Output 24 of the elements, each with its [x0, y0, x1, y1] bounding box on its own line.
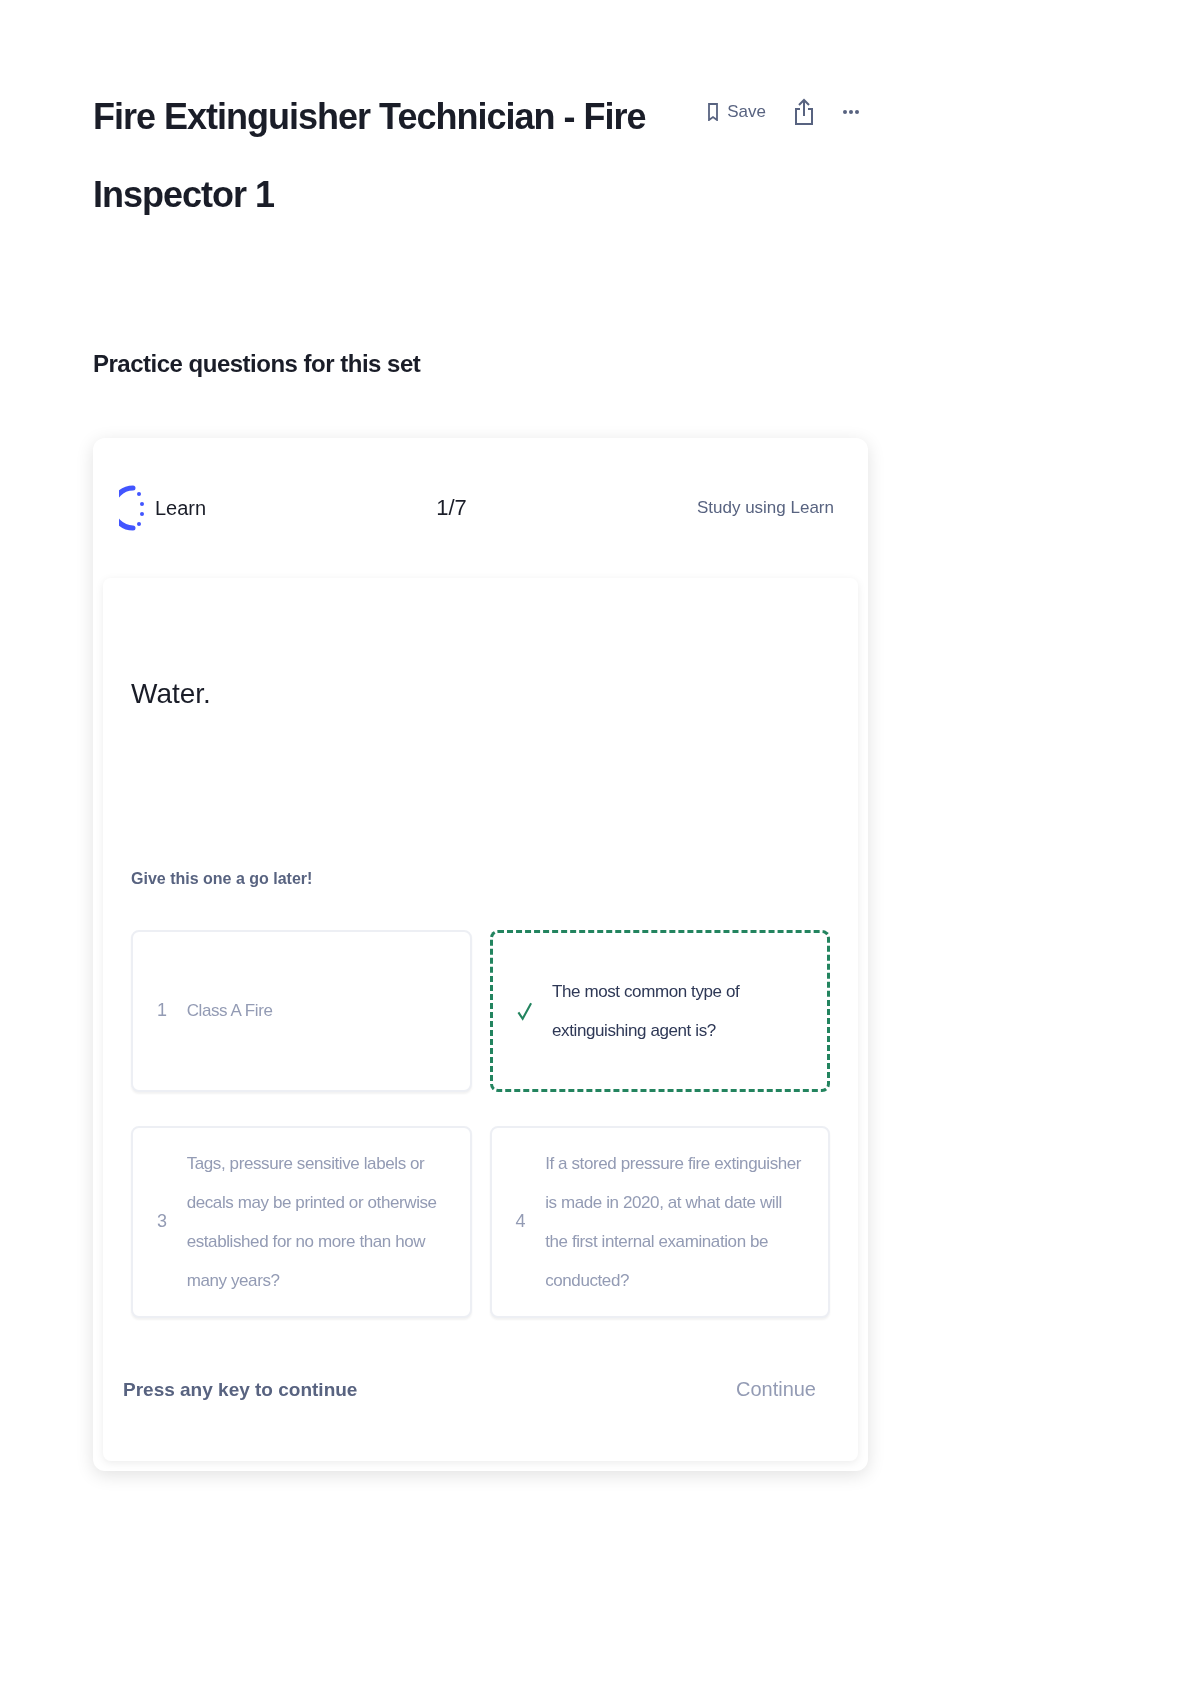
answer-option[interactable]: The most common type of extinguishing agent is? [489, 930, 830, 1092]
continue-button[interactable]: Continue [735, 1378, 816, 1402]
save-button[interactable]: Save [707, 102, 766, 122]
prompt-text: Water. [131, 678, 212, 710]
option-text: Tags, pressure sensitive labels or decals may be printed or otherwise established for no more than how many years? [186, 1153, 438, 1293]
answer-option[interactable]: 4 If a stored pressure fire extinguisher is made in 2020, at what date will the first internal examination be conducted? [489, 1126, 830, 1319]
bookmark-icon [707, 103, 720, 121]
option-text: The most common type of extinguishing agent is? [552, 980, 741, 1042]
continue-hint: Press any key to continue [123, 1378, 358, 1401]
set-title: Fire Extinguisher Technician - Fire Inspector 1 [93, 95, 647, 217]
more-icon[interactable] [842, 109, 860, 115]
option-text: Class A Fire [186, 1000, 273, 1023]
section-title: Practice questions for this set [93, 350, 422, 378]
hint-text: Give this one a go later! [131, 870, 314, 888]
answer-option[interactable]: 1 Class A Fire [131, 930, 472, 1092]
option-number: 3 [157, 1210, 167, 1234]
answer-option[interactable]: 3 Tags, pressure sensitive labels or decals may be printed or otherwise established for no more than how many years? [131, 1126, 472, 1319]
share-icon[interactable] [794, 98, 814, 126]
progress-counter: 1/7 [436, 495, 467, 521]
option-number: 1 [157, 999, 167, 1023]
option-number: 4 [515, 1210, 526, 1234]
study-link[interactable]: Study using Learn [696, 498, 834, 518]
option-text: If a stored pressure fire extinguisher is made in 2020, at what date will the first internal examination be conducted? [545, 1153, 803, 1293]
mode-label: Learn [155, 496, 207, 520]
